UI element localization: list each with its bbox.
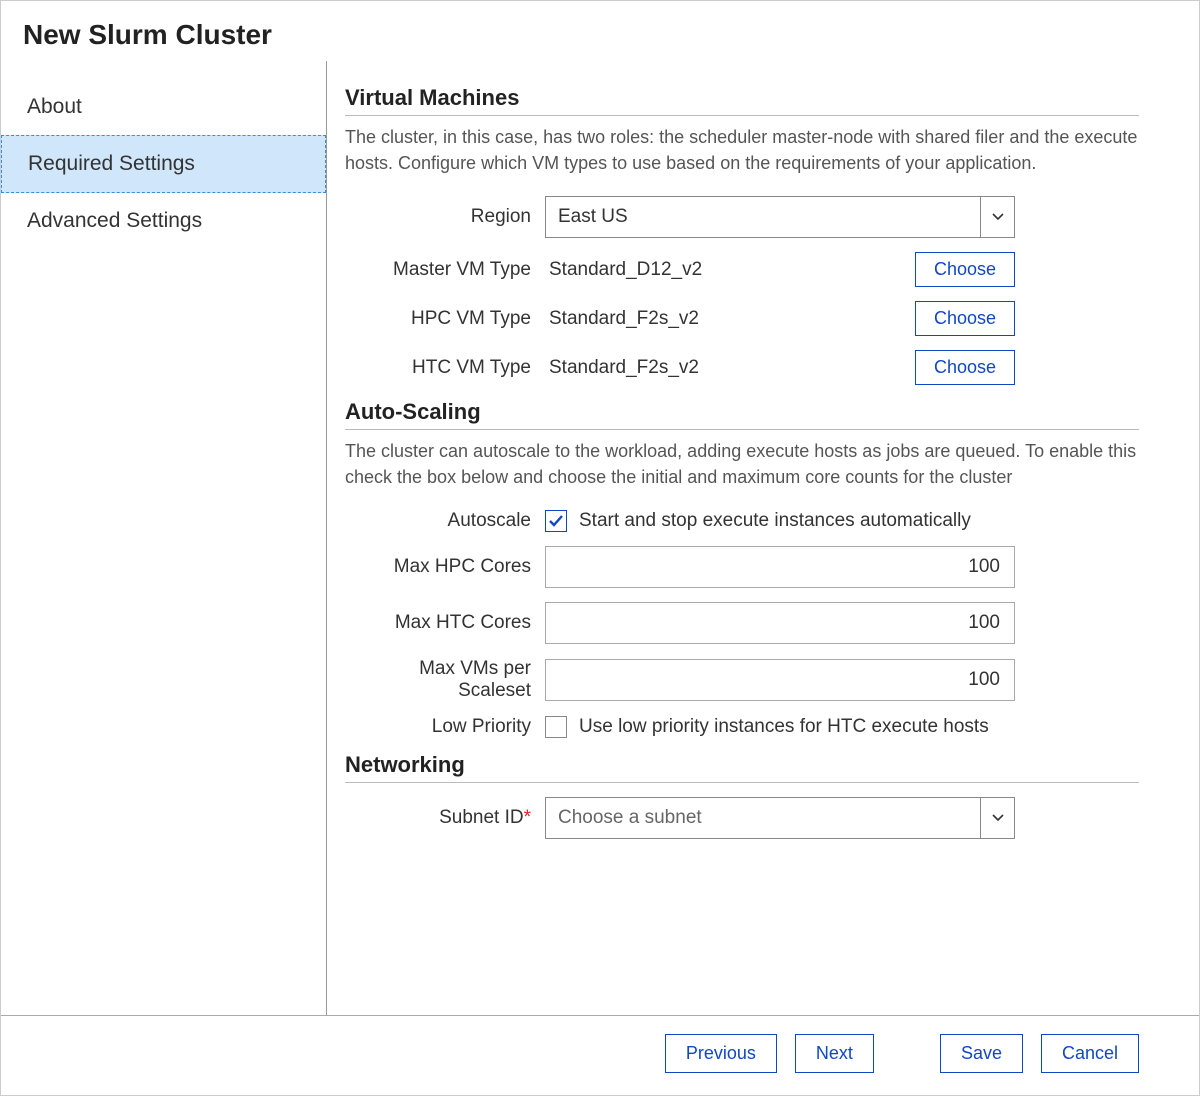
label-max-htc-cores: Max HTC Cores [345,612,545,634]
value-hpc-vm: Standard_F2s_v2 [545,308,915,330]
label-max-hpc-cores: Max HPC Cores [345,556,545,578]
sidebar-item-label: Required Settings [28,152,195,175]
required-asterisk: * [524,807,531,828]
choose-master-vm-button[interactable]: Choose [915,252,1015,287]
choose-htc-vm-button[interactable]: Choose [915,350,1015,385]
cancel-button[interactable]: Cancel [1041,1034,1139,1073]
row-low-priority: Low Priority Use low priority instances … [345,716,1139,738]
row-max-vms: Max VMs per Scaleset [345,658,1139,702]
select-region[interactable]: East US [545,196,1015,238]
sidebar-item-label: Advanced Settings [27,209,202,232]
next-button[interactable]: Next [795,1034,874,1073]
dialog-body: About Required Settings Advanced Setting… [1,61,1199,1015]
label-low-priority: Low Priority [345,716,545,738]
select-subnet[interactable]: Choose a subnet [545,797,1015,839]
label-subnet: Subnet ID* [345,807,545,829]
sidebar-item-required-settings[interactable]: Required Settings [1,135,326,193]
select-subnet-placeholder: Choose a subnet [546,807,980,829]
checkbox-autoscale[interactable] [545,510,567,532]
section-desc-vm: The cluster, in this case, has two roles… [345,124,1139,176]
chevron-down-icon[interactable] [980,798,1014,838]
sidebar: About Required Settings Advanced Setting… [1,61,326,1015]
row-hpc-vm: HPC VM Type Standard_F2s_v2 Choose [345,301,1139,336]
footer: Previous Next Save Cancel [1,1015,1199,1095]
label-autoscale: Autoscale [345,510,545,532]
dialog-window: New Slurm Cluster About Required Setting… [0,0,1200,1096]
checkbox-low-priority[interactable] [545,716,567,738]
sidebar-item-about[interactable]: About [1,79,326,135]
label-master-vm: Master VM Type [345,259,545,281]
chevron-down-icon[interactable] [980,197,1014,237]
label-hpc-vm: HPC VM Type [345,308,545,330]
sidebar-item-advanced-settings[interactable]: Advanced Settings [1,193,326,249]
value-master-vm: Standard_D12_v2 [545,259,915,281]
choose-hpc-vm-button[interactable]: Choose [915,301,1015,336]
save-button[interactable]: Save [940,1034,1023,1073]
vertical-divider [326,61,327,1015]
row-subnet: Subnet ID* Choose a subnet [345,797,1139,839]
label-max-vms: Max VMs per Scaleset [345,658,545,702]
label-subnet-text: Subnet ID [439,807,524,828]
row-htc-vm: HTC VM Type Standard_F2s_v2 Choose [345,350,1139,385]
sidebar-item-label: About [27,95,82,118]
input-max-hpc-cores[interactable] [545,546,1015,588]
row-max-htc-cores: Max HTC Cores [345,602,1139,644]
section-desc-autoscaling: The cluster can autoscale to the workloa… [345,438,1139,490]
low-priority-desc: Use low priority instances for HTC execu… [579,716,989,738]
previous-button[interactable]: Previous [665,1034,777,1073]
input-max-htc-cores[interactable] [545,602,1015,644]
input-max-vms[interactable] [545,659,1015,701]
row-max-hpc-cores: Max HPC Cores [345,546,1139,588]
value-htc-vm: Standard_F2s_v2 [545,357,915,379]
row-autoscale: Autoscale Start and stop execute instanc… [345,510,1139,532]
check-icon [548,514,564,528]
autoscale-desc: Start and stop execute instances automat… [579,510,971,532]
section-title-networking: Networking [345,752,1139,783]
label-region: Region [345,206,545,228]
page-title: New Slurm Cluster [1,1,1199,61]
select-region-value: East US [546,206,980,228]
row-master-vm: Master VM Type Standard_D12_v2 Choose [345,252,1139,287]
content-pane: Virtual Machines The cluster, in this ca… [335,61,1199,1015]
label-htc-vm: HTC VM Type [345,357,545,379]
section-title-vm: Virtual Machines [345,85,1139,116]
footer-spacer [892,1034,922,1073]
row-region: Region East US [345,196,1139,238]
section-title-autoscaling: Auto-Scaling [345,399,1139,430]
